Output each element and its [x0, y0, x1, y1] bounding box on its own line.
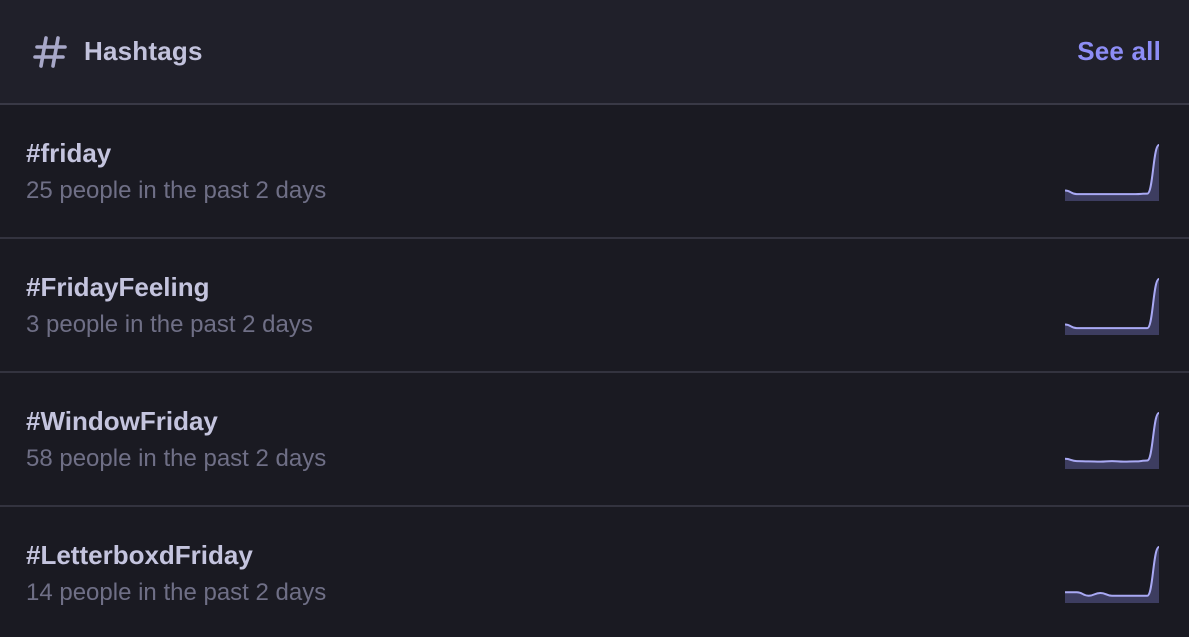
sparkline-line — [1065, 278, 1159, 330]
hashtag-usage: 25 people in the past 2 days — [26, 177, 327, 204]
hashtag-usage: 14 people in the past 2 days — [26, 579, 327, 606]
hashtag-name: #FridayFeeling — [26, 272, 210, 302]
page-title: Hashtags — [84, 36, 203, 66]
hash-icon — [32, 34, 68, 70]
trend-sparkline — [1065, 412, 1159, 469]
hashtag-row[interactable]: #friday 25 people in the past 2 days — [0, 105, 1189, 239]
panel-header: Hashtags See all — [0, 0, 1189, 105]
trend-sparkline — [1065, 546, 1159, 603]
hashtags-panel: Hashtags See all #friday 25 people in the… — [0, 0, 1189, 637]
hashtag-name: #friday — [26, 138, 112, 168]
hashtag-usage: 3 people in the past 2 days — [26, 311, 313, 338]
sparkline-area — [1065, 547, 1159, 603]
sparkline-area — [1065, 279, 1159, 335]
hashtag-row[interactable]: #WindowFriday 58 people in the past 2 day… — [0, 373, 1189, 507]
trend-sparkline — [1065, 144, 1159, 201]
sparkline-line — [1065, 144, 1159, 196]
hashtag-name: #WindowFriday — [26, 406, 218, 436]
hashtag-row[interactable]: #LetterboxdFriday 14 people in the past 2… — [0, 507, 1189, 637]
see-all-link[interactable]: See all — [1077, 36, 1161, 67]
sparkline-line — [1065, 412, 1159, 463]
sparkline-area — [1065, 145, 1159, 201]
hashtag-usage: 58 people in the past 2 days — [26, 445, 327, 472]
header-left: Hashtags — [32, 34, 203, 70]
trend-sparkline — [1065, 278, 1159, 335]
hashtag-row[interactable]: #FridayFeeling 3 people in the past 2 day… — [0, 239, 1189, 373]
hashtag-list: #friday 25 people in the past 2 days #Frid… — [0, 105, 1189, 637]
sparkline-line — [1065, 546, 1159, 597]
hashtag-name: #LetterboxdFriday — [26, 540, 253, 570]
